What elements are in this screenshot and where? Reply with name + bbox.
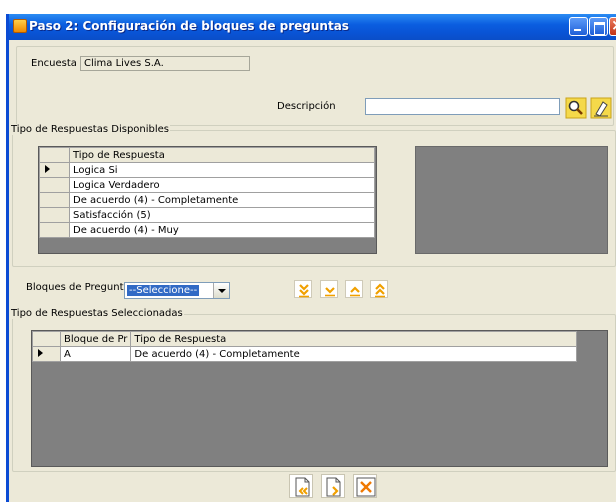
table-header: Bloque de Pr Tipo de Respuesta: [32, 331, 577, 347]
search-icon: [565, 97, 587, 119]
descripcion-input[interactable]: [365, 98, 560, 115]
eraser-icon: [590, 97, 612, 119]
cancel-button[interactable]: [353, 474, 377, 498]
close-button[interactable]: [609, 16, 616, 36]
selected-table: Bloque de Pr Tipo de Respuesta A De acue…: [32, 331, 577, 362]
title-bar[interactable]: Paso 2: Configuración de bloques de preg…: [9, 14, 616, 40]
row-indicator: [39, 222, 70, 238]
bloques-select[interactable]: --Seleccione--: [124, 282, 230, 299]
next-button[interactable]: [321, 474, 345, 498]
previous-button[interactable]: [289, 474, 313, 498]
maximize-button[interactable]: [589, 17, 608, 36]
previous-page-icon: [295, 477, 310, 497]
selected-legend: Tipo de Respuestas Seleccionadas: [10, 308, 184, 319]
clear-button[interactable]: [590, 97, 612, 119]
table-row[interactable]: Logica Verdadero: [39, 177, 375, 193]
move-up-icon: [350, 286, 360, 297]
table-header: Tipo de Respuesta: [39, 147, 375, 163]
table-row[interactable]: Logica Si: [39, 162, 375, 178]
selected-grid[interactable]: Bloque de Pr Tipo de Respuesta A De acue…: [31, 330, 608, 467]
move-all-down-button[interactable]: [294, 280, 312, 298]
row-indicator: [39, 207, 70, 223]
move-down-button[interactable]: [320, 280, 338, 298]
next-page-icon: [326, 477, 341, 497]
row-indicator: [39, 162, 70, 178]
table-row[interactable]: De acuerdo (4) - Completamente: [39, 192, 375, 208]
chevron-down-icon[interactable]: [213, 283, 229, 298]
window-title: Paso 2: Configuración de bloques de preg…: [29, 19, 349, 33]
available-table: Tipo de Respuesta Logica Si Logica Verda…: [39, 147, 375, 238]
table-cell[interactable]: De acuerdo (4) - Completamente: [130, 346, 577, 362]
row-indicator: [39, 192, 70, 208]
descripcion-label: Descripción: [277, 101, 336, 112]
cancel-icon: [356, 477, 376, 497]
bloques-selected-value: --Seleccione--: [127, 285, 200, 296]
row-indicator: [32, 346, 61, 362]
move-all-down-icon: [299, 284, 309, 298]
row-selector-header: [39, 147, 70, 163]
wizard-window: Paso 2: Configuración de bloques de preg…: [6, 14, 616, 502]
table-row[interactable]: Satisfacción (5): [39, 207, 375, 223]
column-header-bloque[interactable]: Bloque de Pr: [59, 331, 132, 347]
move-all-up-button[interactable]: [370, 280, 388, 298]
current-row-icon: [45, 164, 50, 173]
table-cell[interactable]: A: [59, 346, 132, 362]
table-cell[interactable]: De acuerdo (4) - Completamente: [69, 192, 375, 208]
bloques-label: Bloques de Pregunta: [26, 282, 130, 293]
table-row[interactable]: A De acuerdo (4) - Completamente: [32, 346, 577, 362]
encuesta-group: Encuesta Clima Lives S.A. Descripción: [16, 46, 614, 126]
available-grid[interactable]: Tipo de Respuesta Logica Si Logica Verda…: [38, 146, 377, 254]
current-row-icon: [38, 348, 43, 357]
row-indicator: [39, 177, 70, 193]
table-row[interactable]: De acuerdo (4) - Muy: [39, 222, 375, 238]
row-selector-header: [32, 331, 61, 347]
move-down-icon: [325, 287, 335, 297]
encuesta-label: Encuesta: [31, 58, 77, 69]
table-cell[interactable]: Logica Si: [69, 162, 375, 178]
minimize-button[interactable]: [569, 17, 588, 36]
column-header-tipo[interactable]: Tipo de Respuesta: [130, 331, 577, 347]
column-header-tipo[interactable]: Tipo de Respuesta: [69, 147, 375, 163]
available-legend: Tipo de Respuestas Disponibles: [10, 124, 171, 135]
detail-panel: [415, 146, 608, 254]
table-cell[interactable]: Logica Verdadero: [69, 177, 375, 193]
table-cell[interactable]: De acuerdo (4) - Muy: [69, 222, 375, 238]
search-button[interactable]: [565, 97, 587, 119]
app-icon: [13, 19, 27, 33]
table-cell[interactable]: Satisfacción (5): [69, 207, 375, 223]
encuesta-field: Clima Lives S.A.: [80, 56, 250, 71]
move-all-up-icon: [375, 283, 385, 298]
move-up-button[interactable]: [345, 280, 363, 298]
